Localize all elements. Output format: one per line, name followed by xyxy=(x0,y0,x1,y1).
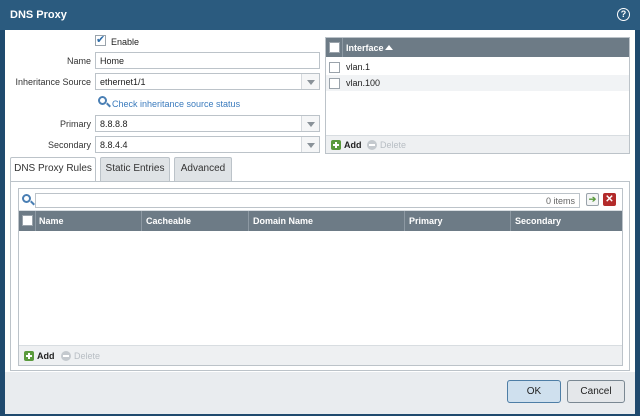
check-inheritance-link[interactable]: Check inheritance source status xyxy=(112,99,240,109)
column-separator xyxy=(141,211,142,231)
inheritance-source-select[interactable]: ethernet1/1 xyxy=(95,73,320,90)
table-row[interactable]: vlan.100 xyxy=(326,75,629,91)
rules-toolbar: Add Delete xyxy=(19,345,622,365)
help-icon[interactable]: ? xyxy=(617,8,630,21)
dialog-titlebar: DNS Proxy ? xyxy=(0,0,640,30)
interface-toolbar: Add Delete xyxy=(326,135,629,153)
search-icon xyxy=(98,96,107,105)
primary-select[interactable]: 8.8.8.8 xyxy=(95,115,320,132)
cancel-button[interactable]: Cancel xyxy=(567,380,625,403)
tab-advanced[interactable]: Advanced xyxy=(174,157,232,181)
secondary-value: 8.8.4.4 xyxy=(100,140,128,150)
select-all-checkbox[interactable] xyxy=(329,42,340,53)
dialog-footer: OK Cancel xyxy=(5,372,635,414)
interface-table: Interface vlan.1 vlan.100 Add Delete xyxy=(325,37,630,154)
secondary-label: Secondary xyxy=(47,140,91,150)
sort-asc-icon xyxy=(385,45,393,50)
select-all-checkbox[interactable] xyxy=(22,215,33,226)
chevron-down-icon[interactable] xyxy=(301,137,319,152)
interface-table-header: Interface xyxy=(326,38,629,57)
secondary-select[interactable]: 8.8.4.4 xyxy=(95,136,320,153)
column-header-domain-name[interactable]: Domain Name xyxy=(253,216,313,226)
add-icon[interactable] xyxy=(24,351,34,361)
column-header-name[interactable]: Name xyxy=(39,216,64,226)
inheritance-source-value: ethernet1/1 xyxy=(100,77,146,87)
clear-filter-icon[interactable]: ✕ xyxy=(603,193,616,206)
dialog-body: Enable Name Home Inheritance Source ethe… xyxy=(5,30,635,372)
rules-grid-header: Name Cacheable Domain Name Primary Secon… xyxy=(19,211,622,231)
column-separator xyxy=(35,211,36,231)
interface-column-header[interactable]: Interface xyxy=(346,43,384,53)
dns-proxy-rules-panel: 0 items ➔ ✕ Name Cacheable Domain Name P… xyxy=(10,181,630,371)
delete-rule-button: Delete xyxy=(74,351,101,361)
add-rule-button[interactable]: Add xyxy=(37,351,55,361)
interface-name: vlan.100 xyxy=(346,78,381,88)
delete-interface-button: Delete xyxy=(380,140,407,150)
column-header-secondary[interactable]: Secondary xyxy=(515,216,561,226)
filter-bar: 0 items ➔ ✕ xyxy=(19,189,622,211)
add-interface-button[interactable]: Add xyxy=(344,140,362,150)
column-separator xyxy=(248,211,249,231)
dialog-title: DNS Proxy xyxy=(10,9,67,21)
column-header-primary[interactable]: Primary xyxy=(409,216,443,226)
apply-filter-icon[interactable]: ➔ xyxy=(586,193,599,206)
table-row[interactable]: vlan.1 xyxy=(326,59,629,75)
dns-proxy-dialog: DNS Proxy ? Enable Name Home Inheritance… xyxy=(0,0,640,416)
delete-icon xyxy=(61,351,71,361)
search-icon xyxy=(22,194,31,203)
filter-input[interactable]: 0 items xyxy=(35,193,580,208)
column-separator xyxy=(404,211,405,231)
primary-value: 8.8.8.8 xyxy=(100,119,128,129)
delete-icon xyxy=(367,140,377,150)
row-checkbox[interactable] xyxy=(329,78,340,89)
tab-dns-proxy-rules[interactable]: DNS Proxy Rules xyxy=(10,157,96,182)
column-separator xyxy=(342,38,343,57)
ok-button[interactable]: OK xyxy=(507,380,561,403)
chevron-down-icon[interactable] xyxy=(301,74,319,89)
enable-label: Enable xyxy=(111,37,140,47)
chevron-down-icon[interactable] xyxy=(301,116,319,131)
tab-static-entries[interactable]: Static Entries xyxy=(100,157,170,181)
interface-name: vlan.1 xyxy=(346,62,371,72)
rules-grid: 0 items ➔ ✕ Name Cacheable Domain Name P… xyxy=(18,188,623,366)
name-label: Name xyxy=(66,56,91,66)
row-checkbox[interactable] xyxy=(329,62,340,73)
column-header-cacheable[interactable]: Cacheable xyxy=(146,216,191,226)
name-input[interactable]: Home xyxy=(95,52,320,69)
inheritance-source-label: Inheritance Source xyxy=(15,77,91,87)
primary-label: Primary xyxy=(60,119,91,129)
column-separator xyxy=(510,211,511,231)
add-icon[interactable] xyxy=(331,140,341,150)
enable-checkbox[interactable] xyxy=(95,33,106,46)
items-count: 0 items xyxy=(545,196,575,206)
